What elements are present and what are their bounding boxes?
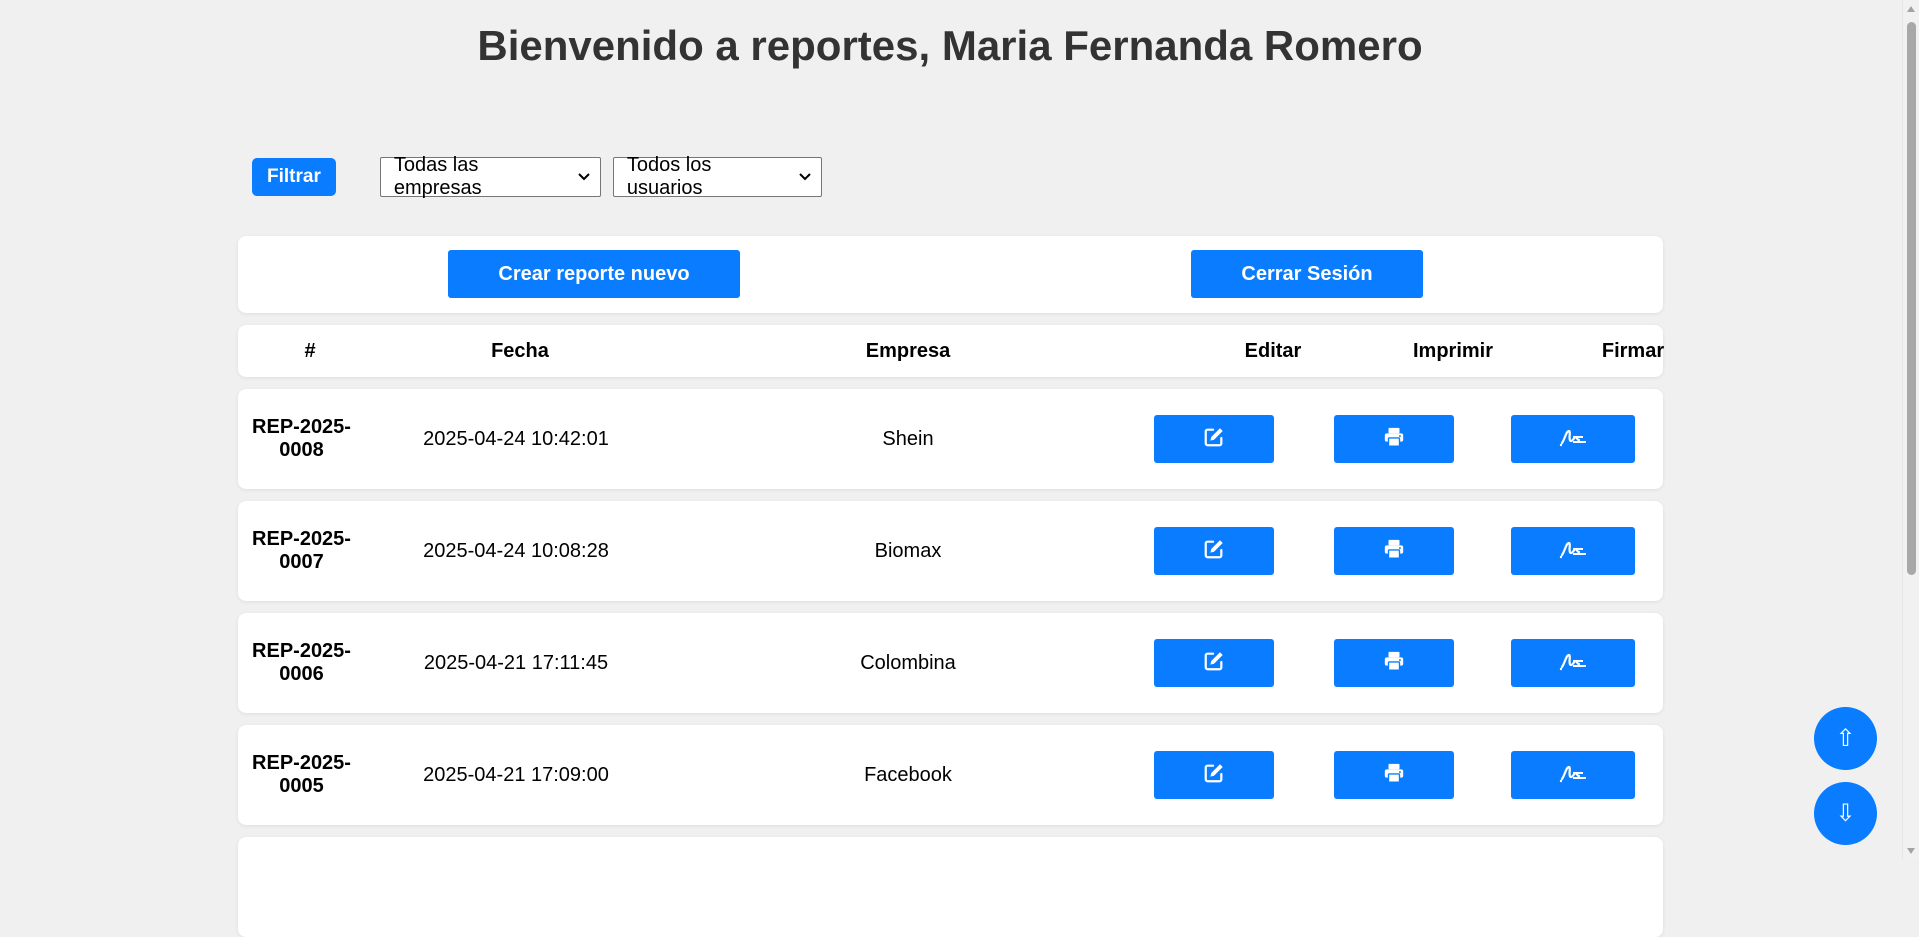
scroll-down-button[interactable]: ⇩: [1814, 782, 1877, 845]
scroll-arrow-up-icon[interactable]: [1907, 6, 1915, 12]
table-row: REP-2025- 0008 2025-04-24 10:42:01 Shein: [238, 389, 1663, 489]
report-date: 2025-04-21 17:11:45: [423, 651, 609, 674]
page-scrollbar[interactable]: [1902, 0, 1919, 860]
signature-icon: [1559, 651, 1587, 676]
report-id: REP-2025- 0005: [252, 752, 351, 797]
edit-icon: [1203, 538, 1225, 565]
company-select[interactable]: Todas las empresas: [379, 154, 601, 199]
header-print: Imprimir: [1412, 339, 1494, 362]
edit-icon: [1203, 762, 1225, 789]
report-company: Biomax: [874, 539, 942, 562]
signature-icon: [1559, 763, 1587, 788]
sign-button[interactable]: [1511, 751, 1635, 799]
filter-button[interactable]: Filtrar: [252, 158, 336, 196]
table-header: # Fecha Empresa Editar Imprimir Firmar: [238, 325, 1664, 377]
table-row: REP-2025- 0006 2025-04-21 17:11:45 Colomb…: [238, 613, 1663, 713]
print-icon: [1383, 538, 1405, 565]
print-icon: [1383, 762, 1405, 789]
print-icon: [1383, 650, 1405, 677]
edit-button[interactable]: [1154, 751, 1274, 799]
new-report-button[interactable]: Crear reporte nuevo: [448, 250, 740, 298]
report-company: Shein: [882, 427, 934, 450]
header-date: Fecha: [491, 339, 549, 362]
sign-button[interactable]: [1511, 415, 1635, 463]
signature-icon: [1559, 539, 1587, 564]
user-select-value: Todos los usuarios: [626, 154, 712, 199]
table-row: REP-2025- 0005 2025-04-21 17:09:00 Facebo…: [238, 725, 1663, 825]
report-id: REP-2025- 0008: [252, 416, 351, 461]
table-row-partial: [238, 837, 1663, 937]
edit-icon: [1203, 650, 1225, 677]
edit-button[interactable]: [1154, 527, 1274, 575]
report-date: 2025-04-21 17:09:00: [423, 763, 609, 786]
table-row: REP-2025- 0007 2025-04-24 10:08:28 Biomax: [238, 501, 1663, 601]
print-button[interactable]: [1334, 639, 1454, 687]
chevron-down-icon: [799, 173, 811, 181]
edit-button[interactable]: [1154, 639, 1274, 687]
report-id: REP-2025- 0006: [252, 640, 351, 685]
actions-card: Crear reporte nuevo Cerrar Sesión: [238, 236, 1663, 313]
scroll-arrow-down-icon[interactable]: [1907, 848, 1915, 854]
report-date: 2025-04-24 10:42:01: [423, 427, 609, 450]
report-company: Colombina: [860, 651, 956, 674]
edit-button[interactable]: [1154, 415, 1274, 463]
sign-button[interactable]: [1511, 639, 1635, 687]
print-button[interactable]: [1334, 527, 1454, 575]
logout-button[interactable]: Cerrar Sesión: [1191, 250, 1423, 298]
edit-icon: [1203, 426, 1225, 453]
report-date: 2025-04-24 10:08:28: [423, 539, 609, 562]
report-id: REP-2025- 0007: [252, 528, 351, 573]
print-icon: [1383, 426, 1405, 453]
company-select-value: Todas las empresas: [393, 154, 482, 199]
scroll-up-button[interactable]: ⇧: [1814, 707, 1877, 770]
header-number: #: [304, 339, 316, 362]
print-button[interactable]: [1334, 415, 1454, 463]
header-company: Empresa: [865, 339, 951, 362]
print-button[interactable]: [1334, 751, 1454, 799]
header-sign: Firmar: [1601, 339, 1665, 362]
chevron-down-icon: [578, 173, 590, 181]
signature-icon: [1559, 427, 1587, 452]
report-company: Facebook: [864, 763, 952, 786]
sign-button[interactable]: [1511, 527, 1635, 575]
page-title: Bienvenido a reportes, Maria Fernanda Ro…: [477, 22, 1423, 69]
scrollbar-thumb[interactable]: [1907, 22, 1916, 575]
user-select[interactable]: Todos los usuarios: [612, 154, 822, 199]
filter-bar: Filtrar Todas las empresas Todos los usu…: [252, 154, 822, 199]
header-edit: Editar: [1244, 339, 1302, 362]
